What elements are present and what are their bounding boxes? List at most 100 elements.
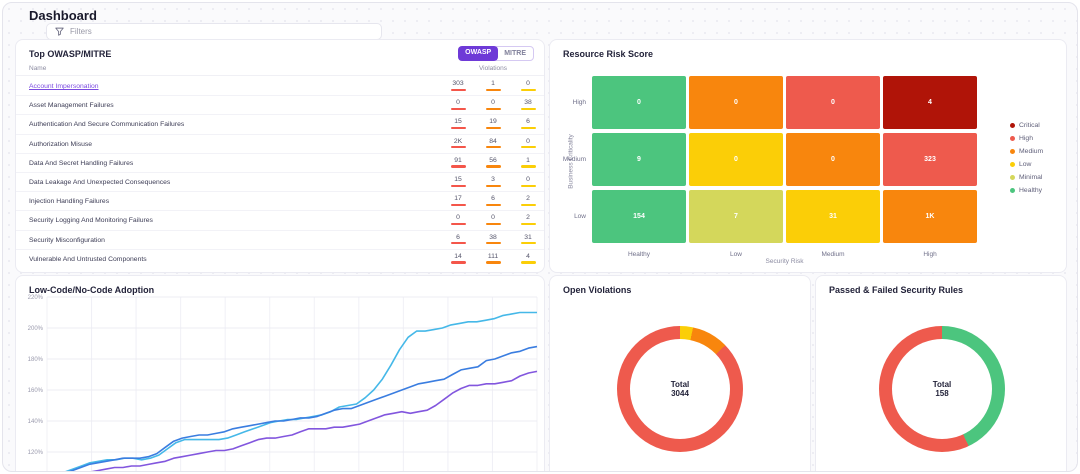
legend-item[interactable]: Minimal	[1010, 174, 1043, 181]
heatmap-cell[interactable]: 0	[786, 133, 880, 186]
owasp-mitre-panel: Top OWASP/MITRE OWASP MITRE Name Violati…	[15, 39, 545, 273]
severity-bar	[486, 185, 501, 187]
heatmap-cell[interactable]: 31	[786, 190, 880, 243]
legend-label: Low	[1019, 161, 1031, 168]
violation-count: 6	[518, 118, 538, 129]
toggle-mitre-button[interactable]: MITRE	[496, 46, 534, 61]
heatmap-column-label: Healthy	[592, 251, 686, 258]
severity-bar	[521, 89, 536, 91]
severity-bar	[451, 185, 466, 187]
heatmap-cell[interactable]: 323	[883, 133, 977, 186]
severity-bar	[486, 89, 501, 91]
legend-dot	[1010, 162, 1015, 167]
legend-dot	[1010, 149, 1015, 154]
heatmap-cell[interactable]: 0	[689, 76, 783, 129]
severity-bar	[451, 89, 466, 91]
y-axis-tick: 200%	[28, 326, 44, 332]
legend-dot	[1010, 188, 1015, 193]
violation-count: 84	[483, 138, 503, 149]
severity-bar	[451, 261, 466, 263]
legend-item[interactable]: Medium	[1010, 148, 1043, 155]
donut-center-label: Total	[671, 380, 690, 389]
series-purple	[47, 371, 537, 472]
violation-count: 15	[448, 118, 468, 129]
legend-item[interactable]: Low	[1010, 161, 1043, 168]
violation-count: 0	[518, 80, 538, 91]
violation-count: 111	[483, 253, 503, 264]
dashboard-frame: Dashboard Filters Top OWASP/MITRE OWASP …	[2, 2, 1078, 472]
violation-count: 0	[518, 138, 538, 149]
severity-bar	[521, 223, 536, 225]
filters-placeholder: Filters	[70, 27, 92, 36]
violation-count: 0	[483, 214, 503, 225]
violation-count: 38	[518, 99, 538, 110]
row-name: Security Misconfiguration	[29, 237, 105, 244]
severity-bar	[486, 165, 501, 167]
violation-count: 14	[448, 253, 468, 264]
table-row: Account Impersonation 303 1 0	[16, 77, 544, 96]
heatmap-cell[interactable]: 1K	[883, 190, 977, 243]
severity-bar	[451, 108, 466, 110]
row-name: Security Logging And Monitoring Failures	[29, 217, 153, 224]
violation-count: 15	[448, 176, 468, 187]
violation-count: 303	[448, 80, 468, 91]
heatmap-cell[interactable]: 4	[883, 76, 977, 129]
heatmap-cell[interactable]: 0	[786, 76, 880, 129]
severity-bar	[486, 204, 501, 206]
page-title: Dashboard	[29, 8, 97, 23]
table-row: Asset Management Failures0038	[16, 96, 544, 115]
heatmap-column-label: Medium	[786, 251, 880, 258]
adoption-panel: Low-Code/No-Code Adoption 220%200%180%16…	[15, 275, 545, 472]
series-blue	[47, 347, 537, 472]
severity-bar	[521, 242, 536, 244]
passed-failed-donut-center: Total 158	[892, 339, 992, 439]
violation-count: 2	[518, 195, 538, 206]
toggle-owasp-button[interactable]: OWASP	[458, 46, 498, 61]
violation-count: 4	[518, 253, 538, 264]
severity-bar	[451, 242, 466, 244]
violation-count: 1	[483, 80, 503, 91]
y-axis-tick: 220%	[28, 295, 44, 301]
severity-bar	[521, 185, 536, 187]
row-name-link[interactable]: Account Impersonation	[29, 83, 99, 90]
column-header-violations: Violations	[453, 65, 533, 72]
heatmap-cell[interactable]: 0	[689, 133, 783, 186]
passed-failed-rules-panel: Passed & Failed Security Rules Total 158	[815, 275, 1067, 472]
violation-count: 0	[483, 99, 503, 110]
heatmap-cell[interactable]: 154	[592, 190, 686, 243]
row-name: Data And Secret Handling Failures	[29, 160, 133, 167]
legend-item[interactable]: Critical	[1010, 122, 1043, 129]
heatmap-cell[interactable]: 7	[689, 190, 783, 243]
passed-failed-donut: Total 158	[879, 326, 1005, 452]
severity-bar	[521, 146, 536, 148]
severity-bar	[486, 261, 501, 263]
table-row: Security Misconfiguration63831	[16, 231, 544, 250]
series-light-blue	[47, 313, 537, 473]
violation-count: 19	[483, 118, 503, 129]
filters-input[interactable]: Filters	[46, 23, 382, 40]
table-row: Data And Secret Handling Failures91561	[16, 154, 544, 173]
legend-label: Minimal	[1019, 174, 1042, 181]
table-row: Injection Handling Failures1762	[16, 192, 544, 211]
column-header-name: Name	[29, 65, 46, 72]
row-name: Data Leakage And Unexpected Consequences	[29, 179, 170, 186]
table-row: Vulnerable And Untrusted Components14111…	[16, 250, 544, 269]
adoption-line-chart: 220%200%180%160%140%120%	[16, 294, 544, 472]
violation-count: 31	[518, 234, 538, 245]
violation-count: 1	[518, 157, 538, 168]
heatmap-cell[interactable]: 0	[592, 76, 686, 129]
legend-item[interactable]: High	[1010, 135, 1043, 142]
violation-count: 38	[483, 234, 503, 245]
violation-count: 0	[448, 99, 468, 110]
row-name: Injection Handling Failures	[29, 198, 109, 205]
rules-panel-title: Passed & Failed Security Rules	[829, 285, 963, 295]
violation-count: 17	[448, 195, 468, 206]
heatmap-cell[interactable]: 9	[592, 133, 686, 186]
severity-bar	[521, 165, 536, 167]
donut-center-label: Total	[933, 380, 952, 389]
violation-count: 91	[448, 157, 468, 168]
legend-item[interactable]: Healthy	[1010, 187, 1043, 194]
table-row: Data Leakage And Unexpected Consequences…	[16, 173, 544, 192]
table-row: Authorization Misuse2K840	[16, 135, 544, 154]
y-axis-tick: 140%	[28, 419, 44, 425]
